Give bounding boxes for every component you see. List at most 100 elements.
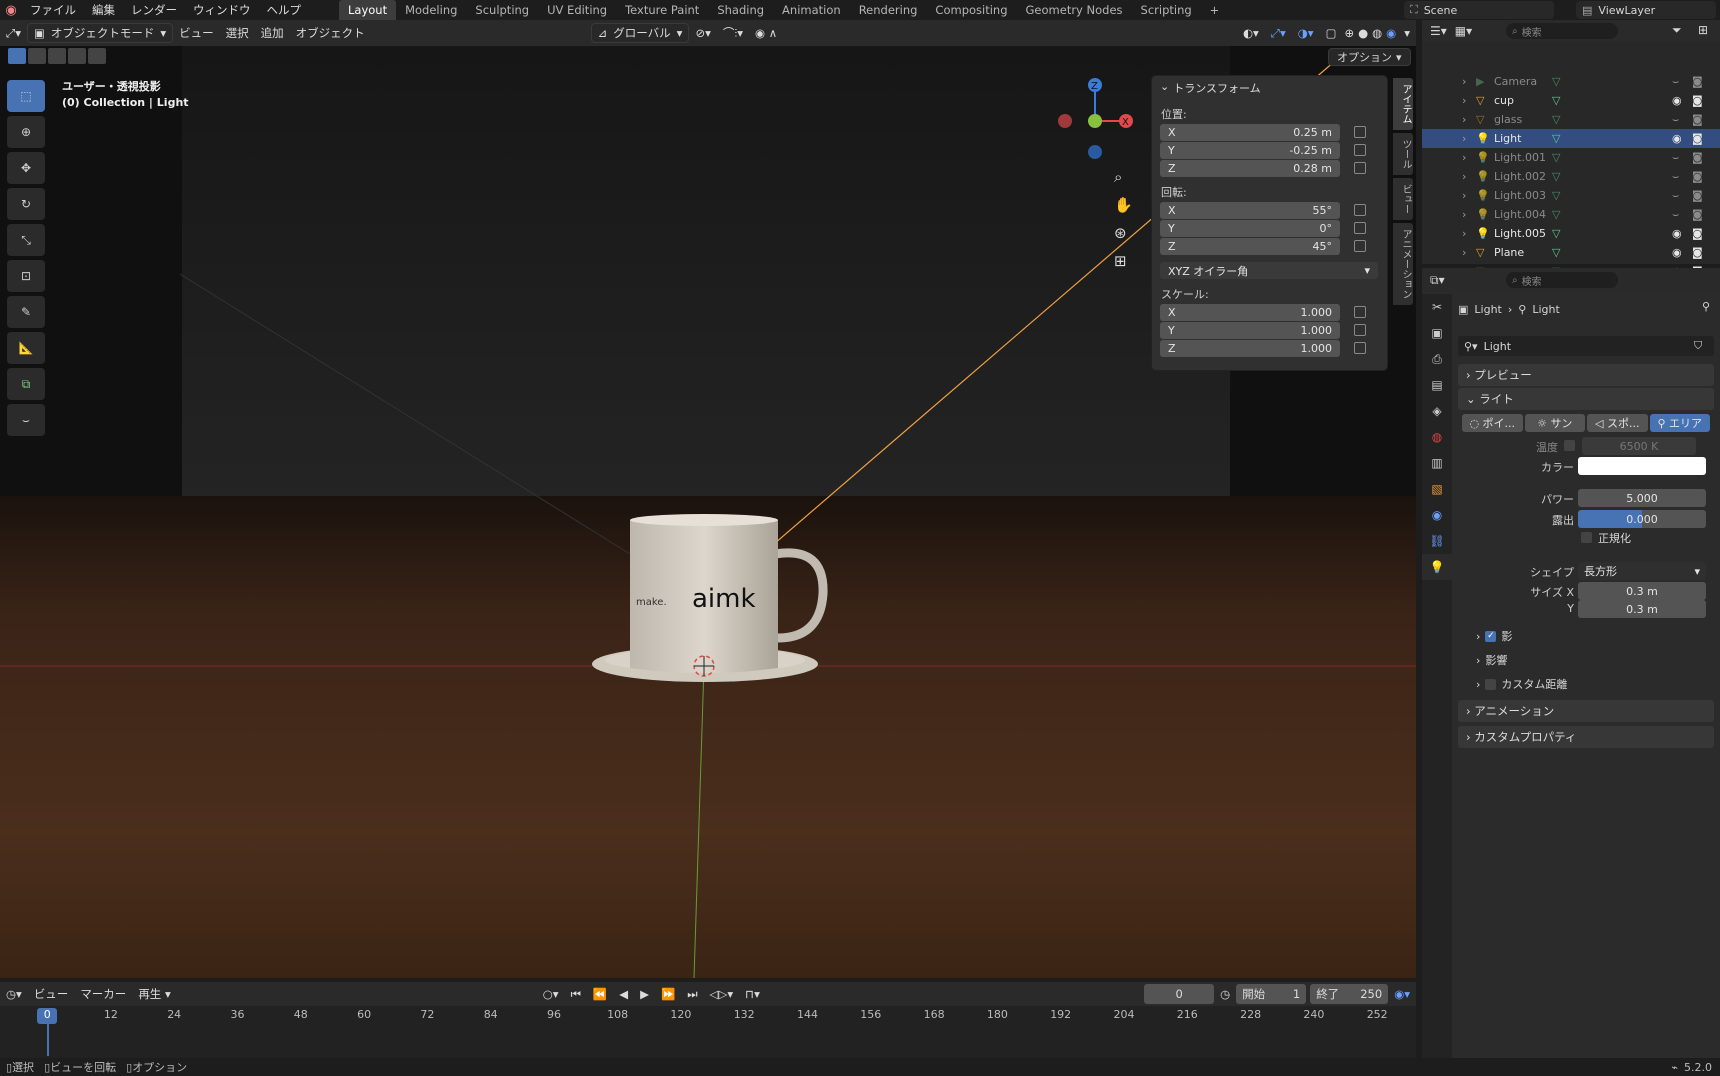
workspace-tab-modeling[interactable]: Modeling xyxy=(396,0,466,20)
menu-file[interactable]: ファイル xyxy=(22,0,84,20)
menu-window[interactable]: ウィンドウ xyxy=(185,0,259,20)
exposure-slider[interactable]: 0.000 xyxy=(1578,510,1706,528)
select-box-new-icon[interactable] xyxy=(8,48,26,64)
outliner-row-camera[interactable]: › ▶ Camera ▽ ⌣ ◙ xyxy=(1422,72,1720,91)
camera-render-icon[interactable]: ◙ xyxy=(1692,151,1703,164)
eye-closed-icon[interactable]: ⌣ xyxy=(1672,113,1679,127)
light-datablock-field[interactable]: ⚲▾ Light ⛉ xyxy=(1458,336,1714,356)
viewport-menu-select[interactable]: 選択 xyxy=(220,23,255,43)
world-tab-icon[interactable]: ◍ xyxy=(1422,424,1452,450)
light-type-area[interactable]: ⚲ エリア xyxy=(1649,414,1710,432)
view-layer-selector[interactable]: ▤ ViewLayer xyxy=(1576,1,1716,19)
workspace-tab-animation[interactable]: Animation xyxy=(773,0,850,20)
panel-light[interactable]: ⌄ ライト xyxy=(1458,388,1714,410)
tool-tab-icon[interactable]: ✂ xyxy=(1422,294,1452,320)
normalize-checkbox[interactable] xyxy=(1581,532,1592,543)
transform-panel-header[interactable]: ⌄ トランスフォーム xyxy=(1160,80,1261,96)
options-dropdown[interactable]: オプション ▾ xyxy=(1328,48,1411,66)
camera-render-icon[interactable]: ◙ xyxy=(1692,113,1703,126)
cursor-tool-icon[interactable]: ⊕ xyxy=(7,116,45,148)
lock-location-z-icon[interactable] xyxy=(1354,162,1366,174)
select-box-invert-icon[interactable] xyxy=(68,48,86,64)
expand-chevron-icon[interactable]: › xyxy=(1462,170,1466,183)
frame-step-icon[interactable]: ◁▷▾ xyxy=(704,984,739,1004)
subpanel-shadow[interactable]: › ✓ 影 xyxy=(1476,628,1512,644)
overlay-toggle-icon[interactable]: ◑▾ xyxy=(1292,23,1320,43)
menu-edit[interactable]: 編集 xyxy=(84,0,123,20)
outliner-row-light-002[interactable]: › 💡 Light.002 ▽ ⌣ ◙ xyxy=(1422,167,1720,186)
workspace-tab-geometry-nodes[interactable]: Geometry Nodes xyxy=(1017,0,1132,20)
select-box-tool-icon[interactable]: ⬚ xyxy=(7,80,45,112)
outliner-row-light-004[interactable]: › 💡 Light.004 ▽ ⌣ ◙ xyxy=(1422,205,1720,224)
move-tool-icon[interactable]: ✥ xyxy=(7,152,45,184)
scale-tool-icon[interactable]: ⤡ xyxy=(7,224,45,256)
power-field[interactable]: 5.000 xyxy=(1578,489,1706,507)
prev-keyframe-icon[interactable]: ⏪ xyxy=(587,984,613,1004)
blender-logo-icon[interactable]: ◉ xyxy=(0,3,22,18)
fake-user-shield-icon[interactable]: ⛉ xyxy=(1694,339,1702,353)
outliner-row-light-005[interactable]: › 💡 Light.005 ▽ ◉ ◙ xyxy=(1422,224,1720,243)
custom-distance-checkbox[interactable] xyxy=(1485,678,1497,690)
view-layer-tab-icon[interactable]: ▤ xyxy=(1422,372,1452,398)
panel-animation[interactable]: › アニメーション xyxy=(1458,700,1714,722)
workspace-tab-texture-paint[interactable]: Texture Paint xyxy=(616,0,708,20)
proportional-edit-icon[interactable]: ◉ ∧ xyxy=(749,23,783,43)
expand-chevron-icon[interactable]: › xyxy=(1462,189,1466,202)
outliner-row-light[interactable]: › 💡 Light ▽ ◉ ◙ xyxy=(1422,129,1720,148)
size-x-field[interactable]: 0.3 m xyxy=(1578,582,1706,600)
expand-chevron-icon[interactable]: › xyxy=(1462,227,1466,240)
outliner-row-plane[interactable]: › ▽ Plane ▽ ◉ ◙ xyxy=(1422,243,1720,262)
light-type-point[interactable]: ◌ ポイ... xyxy=(1462,414,1523,432)
snap-timeline-icon[interactable]: ⊓▾ xyxy=(739,984,766,1004)
measure-tool-icon[interactable]: 📐 xyxy=(7,332,45,364)
jump-end-icon[interactable]: ⏭ xyxy=(681,984,703,1004)
expand-chevron-icon[interactable]: › xyxy=(1462,94,1466,107)
eye-closed-icon[interactable]: ⌣ xyxy=(1672,75,1679,89)
shape-dropdown[interactable]: 長方形 ▾ xyxy=(1578,562,1706,580)
scale-y-field[interactable]: Y 1.000 xyxy=(1160,322,1340,339)
lock-location-y-icon[interactable] xyxy=(1354,144,1366,156)
lock-scale-z-icon[interactable] xyxy=(1354,342,1366,354)
eye-closed-icon[interactable]: ⌣ xyxy=(1672,151,1679,165)
camera-render-icon[interactable]: ◙ xyxy=(1692,246,1703,259)
frame-start-field[interactable]: 開始 1 xyxy=(1236,984,1307,1004)
transform-tool-icon[interactable]: ⊡ xyxy=(7,260,45,292)
expand-chevron-icon[interactable]: › xyxy=(1462,75,1466,88)
lock-rotation-x-icon[interactable] xyxy=(1354,204,1366,216)
subpanel-influence[interactable]: › 影響 xyxy=(1476,652,1507,668)
shading-rendered-icon[interactable]: ◉ xyxy=(1384,23,1398,43)
annotate-tool-icon[interactable]: ✎ xyxy=(7,296,45,328)
eye-open-icon[interactable]: ◉ xyxy=(1672,246,1682,259)
camera-render-icon[interactable]: ◙ xyxy=(1692,170,1703,183)
play-icon[interactable]: ▶ xyxy=(634,984,655,1004)
select-box-extend-icon[interactable] xyxy=(28,48,46,64)
rotation-x-field[interactable]: X 55° xyxy=(1160,202,1340,219)
viewport-menu-object[interactable]: オブジェクト xyxy=(290,23,371,43)
lock-scale-x-icon[interactable] xyxy=(1354,306,1366,318)
workspace-tab-shading[interactable]: Shading xyxy=(708,0,773,20)
panel-custom-properties[interactable]: › カスタムプロパティ xyxy=(1458,726,1714,748)
properties-search[interactable]: ⌕ 検索 xyxy=(1506,272,1618,288)
location-z-field[interactable]: Z 0.28 m xyxy=(1160,160,1340,177)
transform-orientation-dropdown[interactable]: ⊿ グローバル ▾ xyxy=(590,23,690,43)
location-x-field[interactable]: X 0.25 m xyxy=(1160,124,1340,141)
workspace-tab-sculpting[interactable]: Sculpting xyxy=(466,0,538,20)
eye-open-icon[interactable]: ◉ xyxy=(1672,227,1682,240)
expand-chevron-icon[interactable]: › xyxy=(1462,151,1466,164)
workspace-tab-layout[interactable]: Layout xyxy=(339,0,397,20)
eye-open-icon[interactable]: ◉ xyxy=(1672,94,1682,107)
select-box-subtract-icon[interactable] xyxy=(48,48,66,64)
outliner-row-glass[interactable]: › ▽ glass ▽ ⌣ ◙ xyxy=(1422,110,1720,129)
light-type-spot[interactable]: ◁ スポ... xyxy=(1587,414,1648,432)
camera-render-icon[interactable]: ◙ xyxy=(1692,208,1703,221)
rotation-z-field[interactable]: Z 45° xyxy=(1160,238,1340,255)
filter-icon[interactable]: ⏷ xyxy=(1672,23,1682,38)
eye-closed-icon[interactable]: ⌣ xyxy=(1672,208,1679,222)
expand-chevron-icon[interactable]: › xyxy=(1462,113,1466,126)
zoom-icon[interactable]: ⌕ xyxy=(1114,168,1122,186)
rotation-y-field[interactable]: Y 0° xyxy=(1160,220,1340,237)
outliner-row-light-003[interactable]: › 💡 Light.003 ▽ ⌣ ◙ xyxy=(1422,186,1720,205)
rotation-mode-dropdown[interactable]: XYZ オイラー角 ▾ xyxy=(1160,262,1378,279)
rotate-tool-icon[interactable]: ↻ xyxy=(7,188,45,220)
jump-start-icon[interactable]: ⏮ xyxy=(565,984,587,1004)
